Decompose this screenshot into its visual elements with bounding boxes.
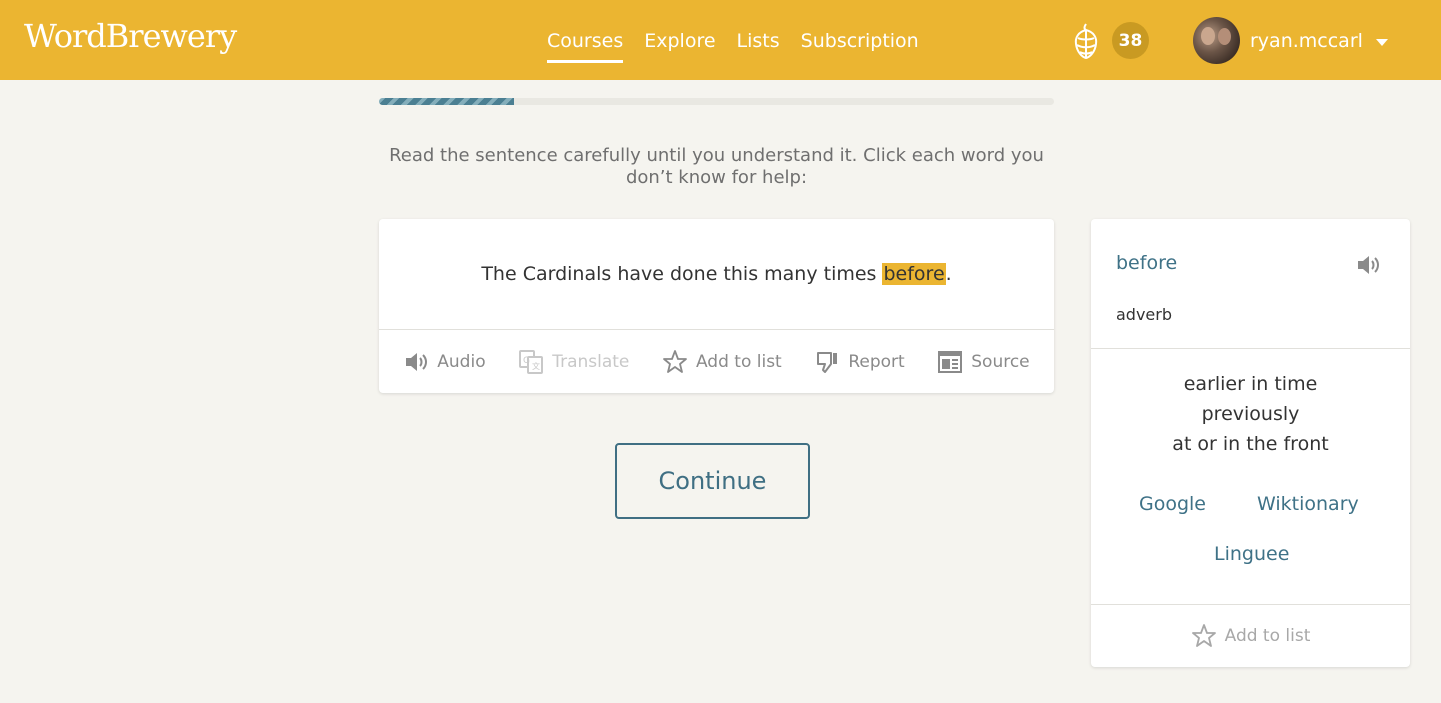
google-link[interactable]: Google: [1139, 493, 1206, 515]
translate-button[interactable]: G文 Translate: [518, 349, 629, 375]
panel-word: before: [1116, 252, 1178, 274]
nav-lists[interactable]: Lists: [737, 28, 780, 63]
add-to-list-button[interactable]: Add to list: [662, 349, 782, 375]
nav-subscription[interactable]: Subscription: [801, 28, 919, 63]
sentence-card: The Cardinals have done this many times …: [379, 219, 1054, 393]
part-of-speech: adverb: [1116, 305, 1173, 324]
username[interactable]: ryan.mccarl: [1250, 30, 1363, 52]
svg-text:文: 文: [532, 361, 540, 371]
user-menu[interactable]: ryan.mccarl: [1193, 17, 1388, 64]
source-button[interactable]: Source: [937, 349, 1030, 375]
panel-add-to-list-label: Add to list: [1224, 626, 1311, 646]
sentence-text: The Cardinals have done this many times …: [379, 259, 1054, 289]
report-label: Report: [848, 351, 905, 372]
top-header: WordBrewery Courses Explore Lists Subscr…: [0, 0, 1441, 80]
source-label: Source: [971, 351, 1030, 372]
speaker-icon: [406, 352, 428, 371]
wiktionary-link[interactable]: Wiktionary: [1257, 493, 1359, 515]
audio-label: Audio: [437, 351, 486, 372]
sentence-part-before[interactable]: The Cardinals have done this many times: [481, 263, 882, 285]
star-icon: [1191, 624, 1216, 647]
add-to-list-label: Add to list: [695, 351, 782, 372]
audio-button[interactable]: Audio: [403, 349, 486, 375]
wordbrewery-logo[interactable]: WordBrewery: [24, 14, 237, 58]
definition-item: at or in the front: [1172, 433, 1329, 455]
svg-text:G: G: [523, 356, 530, 366]
speaker-icon[interactable]: [1355, 251, 1383, 279]
translate-label: Translate: [552, 351, 630, 372]
sentence-part-after: .: [945, 263, 952, 285]
hops-count-badge: 38: [1112, 22, 1149, 59]
instructions-text: Read the sentence carefully until you un…: [389, 145, 1044, 188]
hop-icon[interactable]: [1070, 22, 1102, 60]
word-definition-panel: before adverb earlier in time previously…: [1091, 219, 1410, 667]
source-icon: [938, 350, 963, 373]
highlighted-word[interactable]: before: [882, 263, 946, 285]
divider: [1091, 348, 1410, 349]
star-icon: [663, 349, 687, 373]
chevron-down-icon[interactable]: [1375, 38, 1388, 46]
nav-courses[interactable]: Courses: [547, 28, 624, 63]
panel-add-to-list-button[interactable]: Add to list: [1091, 605, 1410, 667]
thumbs-down-icon: [817, 351, 838, 373]
definition-item: previously: [1201, 403, 1300, 425]
nav-explore[interactable]: Explore: [644, 28, 715, 63]
avatar[interactable]: [1193, 17, 1240, 64]
linguee-link[interactable]: Linguee: [1214, 543, 1289, 565]
report-button[interactable]: Report: [814, 349, 905, 375]
sentence-actions: Audio G文 Translate Add to list Report So…: [379, 329, 1054, 393]
definitions-list: earlier in time previously at or in the …: [1091, 369, 1410, 459]
definition-item: earlier in time: [1183, 373, 1318, 395]
progress-fill: [379, 98, 514, 105]
main-nav: Courses Explore Lists Subscription: [547, 28, 919, 63]
lesson-progress-bar: [379, 98, 1054, 105]
translate-icon: G文: [519, 349, 544, 374]
continue-button[interactable]: Continue: [615, 443, 810, 519]
